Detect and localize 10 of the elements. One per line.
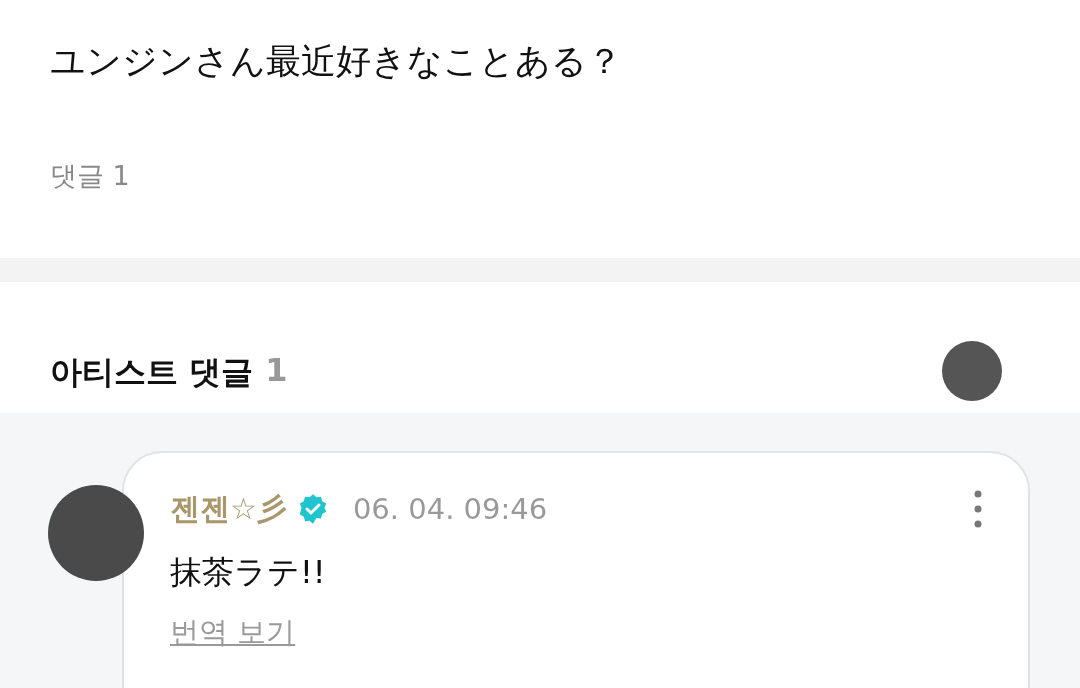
translate-link[interactable]: 번역 보기: [170, 613, 296, 653]
comment-text: 抹茶ラテ!!: [170, 552, 327, 593]
section-title: 아티스트 댓글: [50, 352, 254, 393]
author-name[interactable]: 젠젠☆彡: [170, 488, 287, 530]
section-count: 1: [265, 351, 288, 391]
comment-count[interactable]: 댓글 1: [50, 158, 130, 194]
avatar[interactable]: [942, 341, 1002, 401]
post-text: ユンジンさん最近好きなことある？: [50, 40, 623, 83]
more-options-icon[interactable]: [974, 489, 982, 529]
comment-time: 06. 04. 09:46: [352, 492, 549, 526]
